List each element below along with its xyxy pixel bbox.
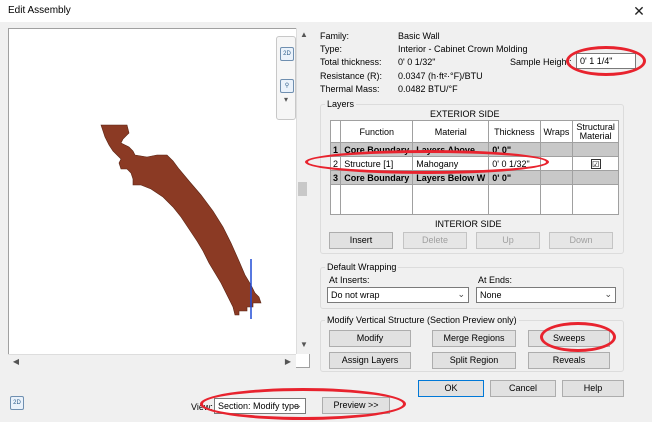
exterior-side-label: EXTERIOR SIDE xyxy=(430,109,500,119)
family-value: Basic Wall xyxy=(398,31,440,41)
material-column-header[interactable]: Material xyxy=(412,120,490,143)
close-icon[interactable]: ✕ xyxy=(630,2,648,20)
function-column-header[interactable]: Function xyxy=(340,120,414,143)
thickness-cell[interactable]: 0' 0" xyxy=(488,170,541,185)
function-cell[interactable]: Core Boundary xyxy=(340,142,414,157)
thermal-mass-label: Thermal Mass: xyxy=(320,84,380,94)
navigation-bar: 2D ⚲ ▾ xyxy=(276,36,296,120)
structural-cell xyxy=(572,170,619,185)
type-value: Interior - Cabinet Crown Molding xyxy=(398,44,528,54)
split-region-button[interactable]: Split Region xyxy=(432,352,516,369)
chevron-down-icon[interactable]: ⌄ xyxy=(457,289,465,300)
at-inserts-value: Do not wrap xyxy=(331,290,380,300)
material-cell[interactable]: Layers Below W xyxy=(412,170,490,185)
row-number: 3 xyxy=(329,170,342,185)
table-row[interactable]: 1 Core Boundary Layers Above 0' 0" xyxy=(329,142,619,157)
function-cell[interactable]: Core Boundary xyxy=(340,170,414,185)
down-button[interactable]: Down xyxy=(549,232,613,249)
title-bar xyxy=(0,0,652,22)
chevron-down-icon[interactable]: ▾ xyxy=(280,95,292,104)
sample-height-label: Sample Height: xyxy=(510,57,572,67)
type-label: Type: xyxy=(320,44,343,54)
view-select[interactable]: Section: Modify type ⌄ xyxy=(214,398,306,414)
total-thickness-label: Total thickness: xyxy=(320,57,382,67)
row-number: 2 xyxy=(329,156,342,171)
table-row[interactable]: 3 Core Boundary Layers Below W 0' 0" xyxy=(329,170,619,185)
ok-button[interactable]: OK xyxy=(418,380,484,397)
scroll-right-arrow-icon[interactable]: ▶ xyxy=(282,357,294,366)
delete-button[interactable]: Delete xyxy=(403,232,467,249)
window-title: Edit Assembly xyxy=(8,5,71,16)
interior-side-label: INTERIOR SIDE xyxy=(435,219,502,229)
row-number-header xyxy=(329,120,342,143)
material-cell[interactable]: Mahogany xyxy=(412,156,490,171)
structural-material-column-header[interactable]: Structural Material xyxy=(572,120,619,143)
total-thickness-value: 0' 0 1/32" xyxy=(398,57,436,67)
help-button[interactable]: Help xyxy=(562,380,624,397)
section-preview[interactable] xyxy=(8,28,310,368)
molding-profile xyxy=(100,124,262,319)
insert-button[interactable]: Insert xyxy=(329,232,393,249)
resistance-value: 0.0347 (h·ft²·°F)/BTU xyxy=(398,71,483,81)
view-label: View: xyxy=(191,402,213,412)
at-ends-select[interactable]: None ⌄ xyxy=(476,287,616,303)
up-button[interactable]: Up xyxy=(476,232,540,249)
wraps-cell xyxy=(539,170,574,185)
table-row[interactable]: 2 Structure [1] Mahogany 0' 0 1/32" ☑ xyxy=(329,156,619,171)
chevron-down-icon[interactable]: ⌄ xyxy=(604,289,612,300)
thickness-cell[interactable]: 0' 0 1/32" xyxy=(488,156,541,171)
vertical-scroll-thumb[interactable] xyxy=(298,182,307,196)
structural-cell xyxy=(572,142,619,157)
2d-view-icon[interactable]: 2D xyxy=(10,396,24,410)
thermal-mass-value: 0.0482 BTU/°F xyxy=(398,84,458,94)
at-inserts-label: At Inserts: xyxy=(329,275,370,285)
reveals-button[interactable]: Reveals xyxy=(528,352,610,369)
sweeps-button[interactable]: Sweeps xyxy=(528,330,610,347)
structural-material-checkbox[interactable]: ☑ xyxy=(590,158,601,169)
assign-layers-button[interactable]: Assign Layers xyxy=(329,352,411,369)
thickness-cell[interactable]: 0' 0" xyxy=(488,142,541,157)
modify-vertical-title: Modify Vertical Structure (Section Previ… xyxy=(325,315,519,325)
table-row xyxy=(329,184,619,215)
crown-molding-shape xyxy=(100,124,262,316)
material-cell[interactable]: Layers Above xyxy=(412,142,490,157)
wraps-cell xyxy=(539,142,574,157)
default-wrapping-title: Default Wrapping xyxy=(325,262,399,272)
layers-group-title: Layers xyxy=(325,99,357,109)
view-value: Section: Modify type xyxy=(218,401,300,411)
cancel-button[interactable]: Cancel xyxy=(490,380,556,397)
scroll-down-arrow-icon[interactable]: ▼ xyxy=(298,340,310,349)
modify-button[interactable]: Modify xyxy=(329,330,411,347)
at-ends-label: At Ends: xyxy=(478,275,513,285)
scroll-left-arrow-icon[interactable]: ◀ xyxy=(10,357,22,366)
wraps-cell[interactable] xyxy=(539,156,574,171)
at-inserts-select[interactable]: Do not wrap ⌄ xyxy=(327,287,469,303)
row-number: 1 xyxy=(329,142,342,157)
preview-button[interactable]: Preview >> xyxy=(322,397,390,414)
function-cell[interactable]: Structure [1] xyxy=(340,156,414,171)
layers-table[interactable]: Function Material Thickness Wraps Struct… xyxy=(329,120,619,215)
zoom-icon[interactable]: ⚲ xyxy=(280,79,294,93)
chevron-down-icon[interactable]: ⌄ xyxy=(294,400,302,411)
at-ends-value: None xyxy=(480,290,502,300)
preview-horizontal-scrollbar[interactable]: ◀ ▶ xyxy=(8,354,296,368)
structural-cell[interactable]: ☑ xyxy=(572,156,619,171)
2d-steering-wheel-icon[interactable]: 2D xyxy=(280,47,294,61)
family-label: Family: xyxy=(320,31,349,41)
thickness-column-header[interactable]: Thickness xyxy=(488,120,541,143)
wraps-column-header[interactable]: Wraps xyxy=(539,120,574,143)
scroll-up-arrow-icon[interactable]: ▲ xyxy=(298,30,310,39)
resistance-label: Resistance (R): xyxy=(320,71,383,81)
merge-regions-button[interactable]: Merge Regions xyxy=(432,330,516,347)
sample-height-input[interactable]: 0' 1 1/4" xyxy=(576,53,636,69)
